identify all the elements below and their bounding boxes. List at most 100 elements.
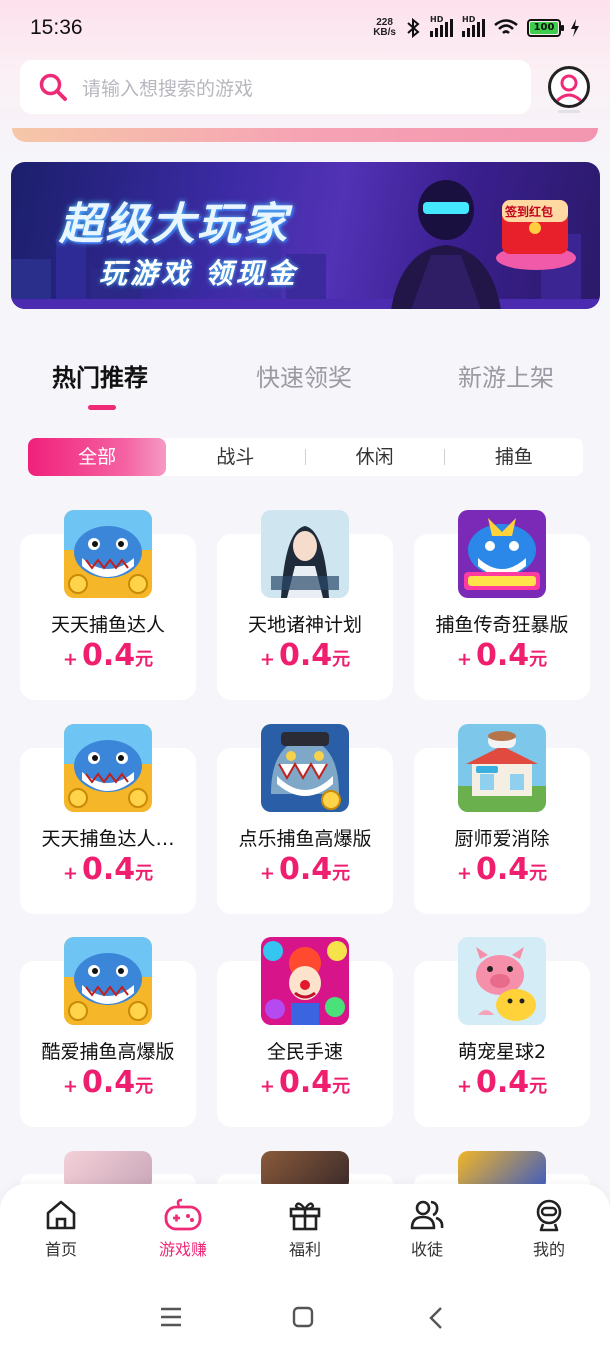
nav-game-earn-label: 游戏赚 bbox=[158, 1240, 207, 1259]
category-battle[interactable]: 战斗 bbox=[166, 438, 304, 476]
reward-amount: 0.4 bbox=[81, 852, 136, 887]
game-reward: +0.4元 bbox=[414, 1065, 590, 1100]
reward-plus: + bbox=[259, 863, 275, 884]
recent-apps-icon[interactable] bbox=[159, 1306, 183, 1328]
reward-plus: + bbox=[259, 1076, 275, 1097]
reward-amount: 0.4 bbox=[475, 1065, 530, 1100]
status-icons: 228 KB/s HD HD 100 bbox=[373, 15, 580, 38]
nav-home[interactable]: 首页 bbox=[16, 1198, 106, 1260]
reward-plus: + bbox=[456, 863, 472, 884]
reward-unit: 元 bbox=[529, 649, 548, 670]
home-icon bbox=[46, 1200, 76, 1230]
cafe-icon bbox=[458, 724, 546, 812]
nav-welfare[interactable]: 福利 bbox=[260, 1198, 350, 1260]
banner-title: 超级大玩家 bbox=[59, 199, 289, 250]
reward-plus: + bbox=[62, 863, 78, 884]
reward-plus: + bbox=[456, 649, 472, 670]
reward-amount: 0.4 bbox=[475, 852, 530, 887]
search-placeholder: 请输入想搜索的游戏 bbox=[82, 77, 254, 100]
nav-game-earn[interactable]: 游戏赚 bbox=[138, 1198, 228, 1260]
hd-label: HD bbox=[462, 15, 476, 24]
tab-new-games[interactable]: 新游上架 bbox=[458, 358, 554, 393]
user-avatar-icon bbox=[553, 74, 585, 105]
tab-hot-recommend[interactable]: 热门推荐 bbox=[52, 358, 148, 393]
reward-unit: 元 bbox=[332, 863, 351, 884]
red-packet-label: 签到红包 bbox=[505, 205, 554, 219]
signal-icon: HD bbox=[430, 15, 453, 37]
pig-icon bbox=[458, 937, 546, 1025]
reward-unit: 元 bbox=[332, 649, 351, 670]
shark-fish-icon bbox=[64, 510, 152, 598]
category-filter: 全部 战斗 休闲 捕鱼 bbox=[28, 438, 583, 476]
category-fishing[interactable]: 捕鱼 bbox=[445, 438, 583, 476]
game-name: 厨师爱消除 bbox=[454, 828, 550, 850]
bottom-navigation: 首页 游戏赚 福利 收徒 我的 bbox=[0, 1184, 610, 1276]
tab-quick-reward[interactable]: 快速领奖 bbox=[256, 358, 352, 393]
battery-icon: 100 bbox=[527, 19, 564, 37]
game-reward: +0.4元 bbox=[217, 1065, 393, 1100]
reward-plus: + bbox=[62, 1076, 78, 1097]
game-reward: +0.4元 bbox=[20, 852, 196, 887]
game-name: 点乐捕鱼高爆版 bbox=[238, 828, 372, 850]
battery-level: 100 bbox=[530, 22, 558, 34]
category-casual[interactable]: 休闲 bbox=[306, 438, 444, 476]
hd-label: HD bbox=[430, 15, 444, 24]
shark-coins-icon bbox=[261, 724, 349, 812]
charging-icon bbox=[571, 19, 579, 37]
clown-icon bbox=[261, 937, 349, 1025]
game-name: 天天捕鱼达人… bbox=[41, 828, 175, 850]
reward-unit: 元 bbox=[529, 863, 548, 884]
reward-amount: 0.4 bbox=[278, 638, 333, 673]
game-name: 天天捕鱼达人 bbox=[50, 614, 165, 636]
back-icon[interactable] bbox=[428, 1306, 444, 1330]
nav-apprentice[interactable]: 收徒 bbox=[382, 1198, 472, 1260]
robot-icon bbox=[536, 1199, 562, 1232]
game-name: 天地诸神计划 bbox=[247, 614, 362, 636]
game-reward: +0.4元 bbox=[414, 852, 590, 887]
reward-unit: 元 bbox=[135, 863, 154, 884]
profile-button[interactable] bbox=[548, 66, 590, 108]
status-time: 15:36 bbox=[30, 16, 83, 39]
signal-icon: HD bbox=[462, 15, 485, 37]
bluetooth-icon bbox=[407, 18, 420, 38]
game-name: 全民手速 bbox=[266, 1041, 343, 1063]
home-system-icon[interactable] bbox=[292, 1306, 314, 1328]
gold-shark-icon bbox=[458, 510, 546, 598]
nav-mine[interactable]: 我的 bbox=[504, 1198, 594, 1260]
nav-home-label: 首页 bbox=[44, 1240, 77, 1259]
game-name: 捕鱼传奇狂暴版 bbox=[435, 614, 569, 636]
users-icon bbox=[410, 1200, 444, 1230]
reward-amount: 0.4 bbox=[81, 1065, 136, 1100]
reward-amount: 0.4 bbox=[81, 638, 136, 673]
wifi-icon bbox=[494, 19, 518, 34]
reward-unit: 元 bbox=[135, 649, 154, 670]
search-input[interactable]: 请输入想搜索的游戏 bbox=[20, 60, 531, 114]
reward-plus: + bbox=[259, 649, 275, 670]
nav-mine-label: 我的 bbox=[532, 1240, 565, 1259]
reward-unit: 元 bbox=[135, 1076, 154, 1097]
reward-plus: + bbox=[62, 649, 78, 670]
game-reward: +0.4元 bbox=[217, 852, 393, 887]
reward-amount: 0.4 bbox=[278, 1065, 333, 1100]
network-speed: 228 KB/s bbox=[373, 18, 396, 38]
game-name: 酷爱捕鱼高爆版 bbox=[41, 1041, 175, 1063]
reward-unit: 元 bbox=[332, 1076, 351, 1097]
reward-amount: 0.4 bbox=[278, 852, 333, 887]
tab-indicator bbox=[88, 405, 116, 410]
reward-amount: 0.4 bbox=[475, 638, 530, 673]
shark-fish-icon bbox=[64, 937, 152, 1025]
reward-plus: + bbox=[456, 1076, 472, 1097]
decorative-strip bbox=[12, 128, 598, 142]
network-speed-unit: KB/s bbox=[373, 27, 396, 38]
banner-subtitle: 玩游戏 领现金 bbox=[99, 257, 298, 290]
game-reward: +0.4元 bbox=[20, 638, 196, 673]
nav-apprentice-label: 收徒 bbox=[410, 1240, 443, 1259]
reward-unit: 元 bbox=[529, 1076, 548, 1097]
game-name: 萌宠星球2 bbox=[457, 1041, 547, 1063]
game-reward: +0.4元 bbox=[217, 638, 393, 673]
game-reward: +0.4元 bbox=[414, 638, 590, 673]
game-reward: +0.4元 bbox=[20, 1065, 196, 1100]
status-bar: 15:36 228 KB/s HD HD 100 bbox=[0, 0, 610, 56]
gift-icon bbox=[289, 1202, 321, 1231]
category-all[interactable]: 全部 bbox=[28, 438, 167, 476]
